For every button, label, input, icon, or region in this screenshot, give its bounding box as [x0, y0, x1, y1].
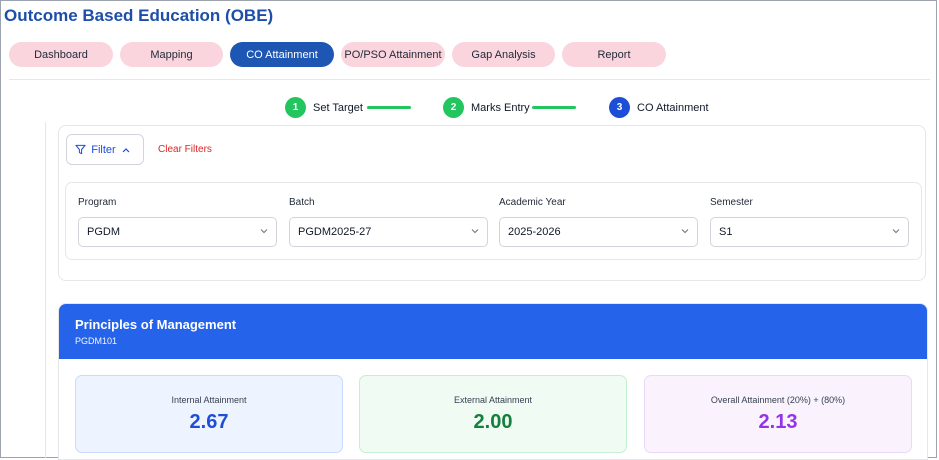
filter-button-label: Filter [91, 143, 116, 156]
external-attainment-box: External Attainment 2.00 [359, 375, 627, 453]
metric-value: 2.67 [189, 411, 229, 433]
academic-year-value: 2025-2026 [508, 226, 561, 238]
tab-gap-analysis[interactable]: Gap Analysis [452, 42, 555, 67]
chevron-down-icon [260, 229, 268, 234]
step-connector [532, 106, 576, 109]
step-co-attainment[interactable]: 3 CO Attainment [609, 97, 709, 118]
main-tabs: Dashboard Mapping CO Attainment PO/PSO A… [9, 42, 673, 67]
tab-co-attainment[interactable]: CO Attainment [230, 42, 334, 67]
chevron-up-icon [122, 147, 130, 152]
metric-label: Internal Attainment [171, 395, 247, 405]
semester-value: S1 [719, 226, 733, 238]
chevron-down-icon [892, 229, 900, 234]
course-code: PGDM101 [75, 336, 118, 346]
tab-report[interactable]: Report [562, 42, 666, 67]
step-marks-entry[interactable]: 2 Marks Entry [443, 97, 530, 118]
tab-mapping[interactable]: Mapping [120, 42, 223, 67]
chevron-down-icon [471, 229, 479, 234]
metric-label: Overall Attainment (20%) + (80%) [710, 395, 846, 405]
semester-select[interactable]: S1 [710, 217, 909, 247]
step-set-target[interactable]: 1 Set Target [285, 97, 363, 118]
progress-stepper: 1 Set Target 2 Marks Entry 3 CO Attainme… [0, 97, 939, 119]
step-number: 1 [285, 97, 306, 118]
program-label: Program [78, 197, 117, 208]
semester-label: Semester [710, 197, 753, 208]
academic-year-select[interactable]: 2025-2026 [499, 217, 698, 247]
course-name: Principles of Management [75, 317, 237, 332]
program-field: Program PGDM [78, 197, 277, 247]
step-number: 2 [443, 97, 464, 118]
filter-fields-panel: Program PGDM Batch PGDM2025-27 Academic … [65, 182, 922, 260]
chevron-down-icon [681, 229, 689, 234]
tab-dashboard[interactable]: Dashboard [9, 42, 113, 67]
step-number: 3 [609, 97, 630, 118]
metric-value: 2.00 [473, 411, 513, 433]
step-label: Marks Entry [471, 101, 530, 114]
step-connector [367, 106, 411, 109]
course-attainment-card: Principles of Management PGDM101 Interna… [58, 303, 928, 460]
academic-year-label: Academic Year [499, 197, 566, 208]
filter-toggle-button[interactable]: Filter [66, 134, 144, 165]
metric-value: 2.13 [758, 411, 798, 433]
filter-card: Filter Clear Filters Program PGDM Batch … [58, 125, 926, 281]
clear-filters-link[interactable]: Clear Filters [158, 144, 212, 155]
app-title: Outcome Based Education (OBE) [4, 6, 274, 25]
academic-year-field: Academic Year 2025-2026 [499, 197, 698, 247]
step-label: CO Attainment [637, 101, 709, 114]
overall-attainment-box: Overall Attainment (20%) + (80%) 2.13 [644, 375, 912, 453]
filter-icon [75, 144, 86, 155]
metric-label: External Attainment [453, 395, 533, 405]
tab-po-pso-attainment[interactable]: PO/PSO Attainment [341, 42, 445, 67]
course-header: Principles of Management PGDM101 [59, 304, 927, 359]
batch-label: Batch [289, 197, 315, 208]
program-value: PGDM [87, 226, 120, 238]
step-label: Set Target [313, 101, 363, 114]
batch-field: Batch PGDM2025-27 [289, 197, 488, 247]
content-rail [45, 122, 46, 458]
internal-attainment-box: Internal Attainment 2.67 [75, 375, 343, 453]
batch-value: PGDM2025-27 [298, 226, 372, 238]
program-select[interactable]: PGDM [78, 217, 277, 247]
header-divider [9, 79, 930, 80]
batch-select[interactable]: PGDM2025-27 [289, 217, 488, 247]
semester-field: Semester S1 [710, 197, 909, 247]
